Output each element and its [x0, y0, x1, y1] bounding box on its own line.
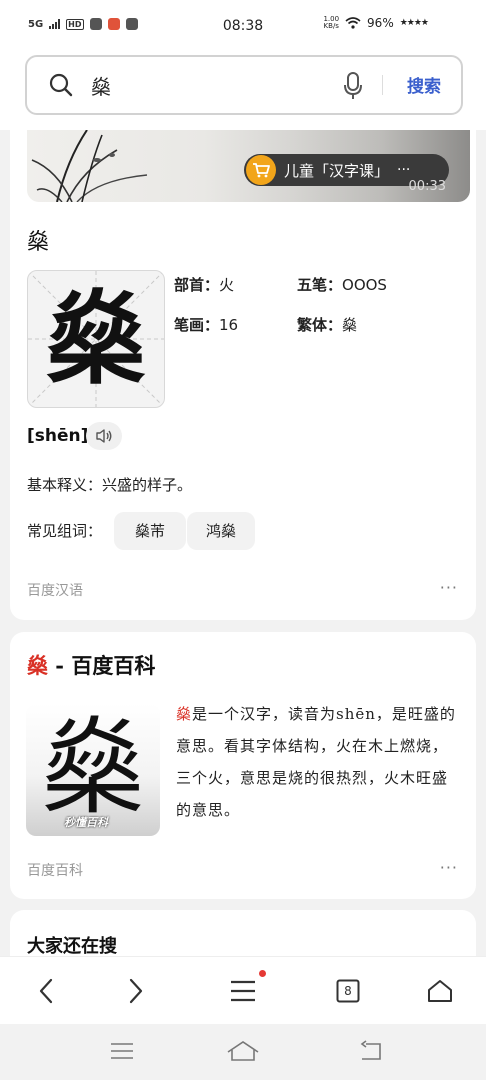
thumbnail-character: 燊: [40, 707, 145, 829]
miaodong-logo: 秒懂百科: [64, 816, 108, 829]
status-bar: 5G HD 08:38 1.00 KB/s 96% ★★★★: [0, 0, 486, 50]
home-button[interactable]: [422, 973, 458, 1009]
menu-notification-dot: [259, 970, 266, 977]
baike-card: 燊 - 百度百科 燊 秒懂百科 燊是一个汉字，读音为shēn，是旺盛的意思。看其…: [10, 632, 476, 899]
network-speed: 1.00 KB/s: [323, 15, 340, 30]
recent-apps-icon[interactable]: [110, 1042, 134, 1060]
course-tag-label: 儿童「汉字课」: [284, 161, 390, 180]
strokes-info: 笔画：16: [174, 316, 239, 334]
forward-button[interactable]: [118, 973, 154, 1009]
wifi-icon: [345, 17, 361, 29]
baike-video-thumbnail[interactable]: 燊 秒懂百科: [26, 704, 160, 836]
radical-info: 部首：火: [174, 276, 235, 294]
pinyin: [shēn]: [27, 426, 89, 446]
tabs-button[interactable]: 8: [330, 973, 366, 1009]
more-options-icon[interactable]: ···: [440, 578, 458, 597]
related-searches-title: 大家还在搜: [27, 936, 117, 957]
tabs-count: 8: [344, 984, 352, 998]
search-box[interactable]: 燊 搜索: [25, 55, 463, 115]
browser-toolbar: 8: [0, 956, 486, 1025]
dictionary-card: 儿童「汉字课」 ··· 00:33 燊 燊 部首：火 五笔：OOOS 笔画：16…: [10, 130, 476, 620]
character-heading: 燊: [27, 230, 50, 255]
baike-description: 燊是一个汉字，读音为shēn，是旺盛的意思。看其字体结构，火在木上燃烧，三个火，…: [176, 705, 456, 819]
cart-icon: [246, 155, 276, 185]
common-words-label: 常见组词：: [27, 522, 103, 540]
character-large: 燊: [46, 280, 146, 398]
home-icon: [428, 980, 452, 1002]
system-back-icon[interactable]: [358, 1040, 384, 1062]
pronounce-button[interactable]: [86, 422, 122, 450]
orchid-painting: [31, 130, 148, 202]
search-icon: [49, 73, 73, 97]
system-nav-bar: [0, 1024, 486, 1080]
menu-button[interactable]: [225, 973, 261, 1009]
system-home-icon[interactable]: [226, 1040, 260, 1062]
search-input[interactable]: 燊: [91, 71, 111, 100]
character-grid: 燊: [27, 270, 165, 408]
baike-more-options-icon[interactable]: ···: [440, 858, 458, 877]
word-chip[interactable]: 燊芾: [114, 512, 186, 550]
rating-stars: ★★★★: [399, 18, 429, 28]
chevron-left-icon: [39, 978, 53, 1004]
video-banner[interactable]: 儿童「汉字课」 ··· 00:33: [27, 130, 470, 202]
source-label[interactable]: 百度汉语: [27, 580, 83, 600]
wubi-info: 五笔：OOOS: [297, 276, 387, 294]
basic-meaning: 基本释义：兴盛的样子。: [27, 476, 193, 494]
course-tag-more: ···: [397, 162, 411, 178]
video-duration: 00:33: [408, 179, 446, 194]
word-chip[interactable]: 鸿燊: [187, 512, 255, 550]
baike-title[interactable]: 燊 - 百度百科: [27, 650, 155, 680]
search-button[interactable]: 搜索: [407, 72, 441, 97]
baike-source-label[interactable]: 百度百科: [27, 860, 83, 880]
chevron-right-icon: [129, 978, 143, 1004]
search-divider: [382, 75, 383, 95]
search-header: 燊 搜索: [0, 50, 486, 130]
status-right: 1.00 KB/s 96% ★★★★: [323, 15, 429, 31]
speaker-icon: [96, 429, 112, 443]
back-button[interactable]: [28, 973, 64, 1009]
microphone-icon[interactable]: [343, 72, 363, 100]
battery-percent: 96%: [367, 16, 394, 30]
traditional-info: 繁体：燊: [297, 316, 358, 334]
menu-icon: [231, 980, 255, 1002]
